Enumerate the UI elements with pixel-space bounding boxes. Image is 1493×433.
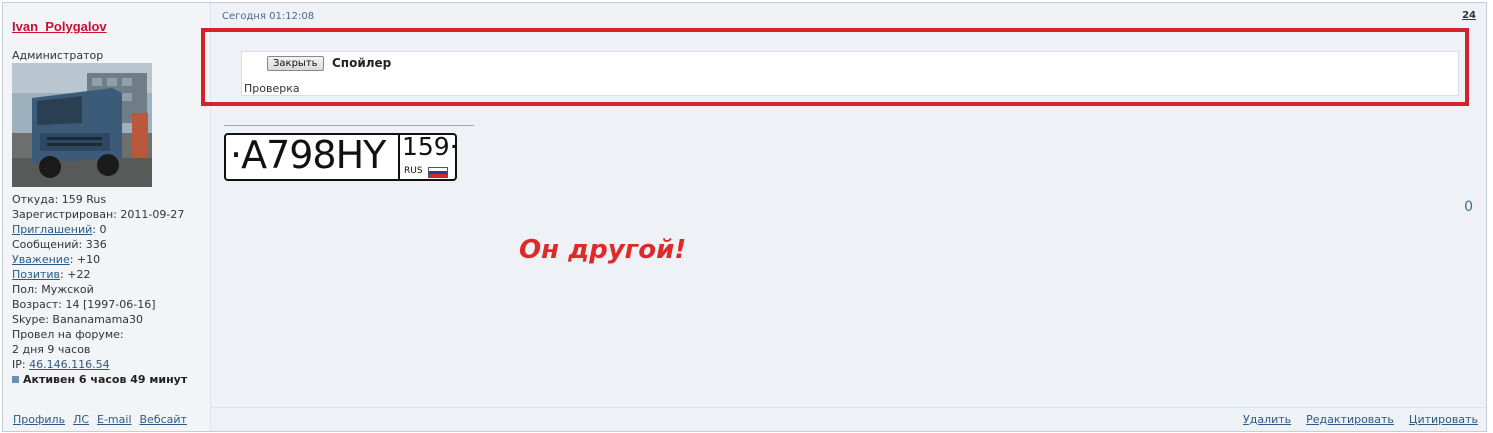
ip-link[interactable]: 46.146.116.54 — [29, 358, 109, 371]
profile-age: Возраст: 14 [1997-06-16] — [12, 298, 156, 311]
post-number-link[interactable]: 24 — [1462, 10, 1476, 21]
delete-link[interactable]: Удалить — [1243, 413, 1291, 426]
edit-link[interactable]: Редактировать — [1306, 413, 1394, 426]
respect-link[interactable]: Уважение — [12, 253, 70, 266]
profile-gender: Пол: Мужской — [12, 283, 94, 296]
author-rank: Администратор — [12, 49, 104, 62]
positive-link[interactable]: Позитив — [12, 268, 60, 281]
post-actions: Удалить Редактировать Цитировать — [1228, 413, 1478, 426]
private-message-link[interactable]: ЛС — [73, 413, 89, 426]
russia-flag-icon — [428, 167, 448, 178]
post-content: Сегодня 01:12:08 24 Закрыть Спойлер Пров… — [201, 3, 1486, 431]
profile-positive: Позитив: +22 — [12, 267, 187, 282]
profile-respect: Уважение: +10 — [12, 252, 187, 267]
respect-value: : +10 — [69, 253, 101, 266]
profile-from: Откуда: 159 Rus — [12, 193, 107, 206]
post-footer-divider — [211, 407, 1486, 408]
plate-number: ·A798HY — [230, 133, 386, 177]
profile-forum-time-label: Провел на форуме: — [12, 328, 124, 341]
forum-post: Ivan_Polygalov Администратор Откуда: 159… — [2, 2, 1487, 432]
plate-divider — [398, 135, 400, 179]
post-date: Сегодня 01:12:08 — [222, 11, 315, 22]
author-links: Профиль ЛС E-mail Вебсайт — [13, 413, 195, 426]
website-link[interactable]: Вебсайт — [140, 413, 187, 426]
invites-value: : 0 — [92, 223, 107, 236]
profile-ip: IP: 46.146.116.54 — [12, 357, 187, 372]
profile-link[interactable]: Профиль — [13, 413, 65, 426]
author-name-link[interactable]: Ivan_Polygalov — [12, 19, 107, 34]
plate-country: RUS — [404, 166, 423, 176]
online-status-text: Активен 6 часов 49 минут — [23, 373, 188, 386]
invites-link[interactable]: Приглашений — [12, 223, 92, 236]
quote-link[interactable]: Цитировать — [1409, 413, 1478, 426]
online-status: Активен 6 часов 49 минут — [12, 372, 187, 387]
signature-divider — [224, 125, 474, 126]
online-status-icon — [12, 376, 19, 383]
profile-skype: Skype: Bananamama30 — [12, 313, 144, 326]
profile-messages: Сообщений: 336 — [12, 238, 107, 251]
highlight-box — [201, 28, 1469, 106]
profile-registered: Зарегистрирован: 2011-09-27 — [12, 208, 185, 221]
ip-label: IP: — [12, 358, 30, 371]
email-link[interactable]: E-mail — [97, 413, 132, 426]
positive-value: : +22 — [60, 268, 91, 281]
author-profile-info: Откуда: 159 Rus Зарегистрирован: 2011-09… — [12, 192, 187, 387]
license-plate: ·A798HY 159· RUS — [224, 132, 458, 181]
post-rating: 0 — [1464, 199, 1473, 215]
plate-region: 159· — [402, 132, 458, 161]
avatar — [12, 63, 152, 187]
profile-invites: Приглашений: 0 — [12, 222, 187, 237]
avatar-truck-image — [12, 63, 152, 187]
profile-forum-time-value: 2 дня 9 часов — [12, 343, 91, 356]
annotation-text: Он другой! — [519, 235, 687, 265]
post-author-sidebar: Ivan_Polygalov Администратор Откуда: 159… — [3, 3, 211, 431]
